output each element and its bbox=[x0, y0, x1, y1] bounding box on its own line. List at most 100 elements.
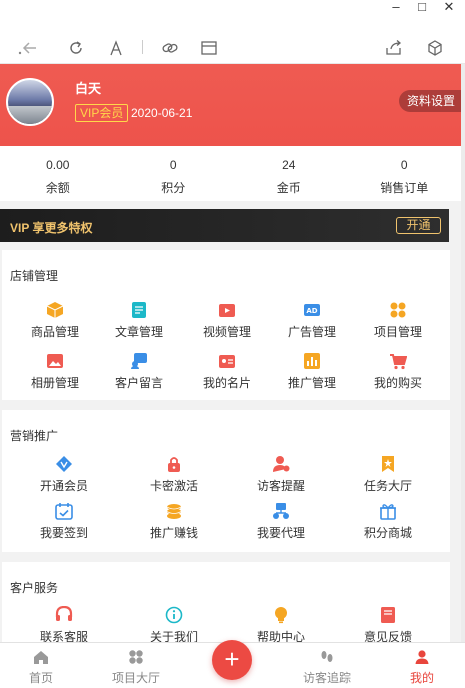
coins-icon bbox=[165, 503, 183, 519]
menu-item-label: 文章管理 bbox=[114, 325, 163, 339]
stat-points[interactable]: 0 积分 bbox=[116, 146, 232, 201]
stat-label: 余额 bbox=[45, 181, 70, 195]
menu-item-ad[interactable]: AD 广告管理 bbox=[267, 302, 357, 340]
link-icon[interactable] bbox=[160, 38, 180, 58]
stat-coins[interactable]: 24 金币 bbox=[231, 146, 347, 201]
person-icon bbox=[414, 649, 430, 665]
user-bell-icon bbox=[272, 456, 290, 472]
menu-item-box[interactable]: 商品管理 bbox=[10, 302, 100, 340]
menu-item-label: 积分商城 bbox=[363, 526, 412, 540]
minimize-button[interactable]: – bbox=[384, 0, 408, 14]
menu-item-label: 推广管理 bbox=[287, 376, 336, 390]
menu-item-label: 任务大厅 bbox=[363, 479, 412, 493]
menu-item-feedback[interactable]: 意见反馈 bbox=[343, 607, 433, 645]
tab-label: 我的 bbox=[409, 671, 434, 685]
profile-settings-button[interactable]: 资料设置 bbox=[398, 90, 465, 112]
avatar[interactable] bbox=[6, 78, 54, 126]
menu-item-user-bell[interactable]: 访客提醒 bbox=[236, 456, 326, 494]
menu-item-label: 视频管理 bbox=[202, 325, 251, 339]
footprint-icon bbox=[319, 649, 335, 665]
menu-item-agent[interactable]: 我要代理 bbox=[236, 503, 326, 541]
section-title: 营销推广 bbox=[10, 429, 59, 443]
scrollbar-track[interactable] bbox=[461, 64, 465, 642]
menu-item-label: 我的名片 bbox=[202, 376, 251, 390]
tab-label: 首页 bbox=[28, 671, 53, 685]
menu-item-video[interactable]: 视频管理 bbox=[182, 302, 272, 340]
vip-promo-banner[interactable]: VIP 享更多特权 开通 bbox=[0, 209, 449, 242]
menu-item-label: 卡密激活 bbox=[149, 479, 198, 493]
section-customer-service: 客户服务 联系客服 关于我们 帮助中心 意见反馈 bbox=[2, 562, 450, 645]
menu-item-card[interactable]: 我的名片 bbox=[182, 353, 272, 391]
toolbar-divider bbox=[142, 40, 143, 54]
vip-promo-label: VIP 享更多特权 bbox=[10, 221, 93, 235]
menu-item-label: 商品管理 bbox=[30, 325, 79, 339]
section-store-management: 店铺管理 商品管理 文章管理 视频管理 AD 广告管理 项目管理 相册管理 客户留言 我的名片 推… bbox=[2, 250, 450, 400]
stat-value: 24 bbox=[282, 158, 296, 172]
add-button[interactable]: + bbox=[212, 640, 252, 680]
menu-item-chart[interactable]: 推广管理 bbox=[267, 353, 357, 391]
menu-item-vip-diamond[interactable]: 开通会员 bbox=[19, 456, 109, 494]
agent-icon bbox=[272, 503, 290, 519]
tab-mine[interactable]: 我的 bbox=[387, 649, 457, 686]
window-titlebar: – □ ✕ bbox=[0, 0, 465, 30]
menu-item-calendar[interactable]: 我要签到 bbox=[19, 503, 109, 541]
menu-item-cart[interactable]: 我的购买 bbox=[353, 353, 443, 391]
vip-open-button[interactable]: 开通 bbox=[396, 217, 441, 234]
home-icon bbox=[33, 649, 49, 665]
menu-item-info[interactable]: 关于我们 bbox=[129, 606, 219, 645]
menu-item-gift[interactable]: 积分商城 bbox=[343, 503, 433, 541]
close-button[interactable]: ✕ bbox=[437, 0, 461, 14]
tab-visitor-tracking[interactable]: 访客追踪 bbox=[292, 649, 362, 686]
bulb-icon bbox=[272, 607, 290, 624]
vip-expiry-date: 2020-06-21 bbox=[131, 106, 193, 120]
font-icon[interactable] bbox=[106, 38, 126, 58]
menu-item-grid[interactable]: 项目管理 bbox=[353, 302, 443, 340]
menu-item-bookmark[interactable]: 任务大厅 bbox=[343, 456, 433, 494]
calendar-icon bbox=[55, 503, 73, 520]
menu-item-label: 我要代理 bbox=[256, 526, 305, 540]
menu-item-image[interactable]: 相册管理 bbox=[10, 353, 100, 391]
bookmark-icon bbox=[379, 456, 397, 472]
menu-item-label: 项目管理 bbox=[373, 325, 422, 339]
section-title: 客户服务 bbox=[10, 581, 59, 595]
menu-item-message[interactable]: 客户留言 bbox=[94, 353, 184, 391]
menu-item-label: 广告管理 bbox=[287, 325, 336, 339]
menu-item-headset[interactable]: 联系客服 bbox=[19, 606, 109, 645]
box-icon bbox=[46, 302, 64, 318]
stat-value: 0.00 bbox=[46, 158, 70, 172]
gift-icon bbox=[379, 503, 397, 520]
cube-icon[interactable] bbox=[425, 38, 445, 58]
tab-project-hall[interactable]: 项目大厅 bbox=[101, 649, 171, 686]
tab-home[interactable]: 首页 bbox=[6, 649, 76, 686]
grid-icon bbox=[389, 302, 407, 318]
stat-balance[interactable]: 0.00 余额 bbox=[0, 146, 116, 201]
image-icon bbox=[46, 353, 64, 369]
stat-label: 销售订单 bbox=[380, 181, 429, 195]
stat-sales-orders[interactable]: 0 销售订单 bbox=[347, 146, 463, 201]
article-icon bbox=[130, 302, 148, 318]
tab-label: 访客追踪 bbox=[302, 671, 351, 685]
svg-text:AD: AD bbox=[306, 307, 317, 315]
browser-toolbar bbox=[0, 30, 465, 64]
window-icon[interactable] bbox=[199, 38, 219, 58]
back-icon[interactable] bbox=[18, 38, 38, 58]
info-icon bbox=[165, 606, 183, 624]
stat-label: 积分 bbox=[161, 181, 186, 195]
username: 白天 bbox=[75, 81, 102, 96]
vip-diamond-icon bbox=[55, 456, 73, 472]
refresh-icon[interactable] bbox=[66, 38, 86, 58]
share-icon[interactable] bbox=[384, 38, 404, 58]
ad-icon: AD bbox=[303, 302, 321, 318]
menu-item-lock[interactable]: 卡密激活 bbox=[129, 456, 219, 494]
menu-item-label: 推广赚钱 bbox=[149, 526, 198, 540]
menu-item-article[interactable]: 文章管理 bbox=[94, 302, 184, 340]
headset-icon bbox=[55, 606, 73, 623]
stat-label: 金币 bbox=[276, 181, 301, 195]
menu-item-bulb[interactable]: 帮助中心 bbox=[236, 607, 326, 645]
stat-value: 0 bbox=[400, 158, 408, 172]
menu-item-label: 访客提醒 bbox=[256, 479, 305, 493]
video-icon bbox=[218, 302, 236, 318]
menu-item-coins[interactable]: 推广赚钱 bbox=[129, 503, 219, 541]
maximize-button[interactable]: □ bbox=[410, 0, 434, 14]
feedback-icon bbox=[379, 607, 397, 623]
